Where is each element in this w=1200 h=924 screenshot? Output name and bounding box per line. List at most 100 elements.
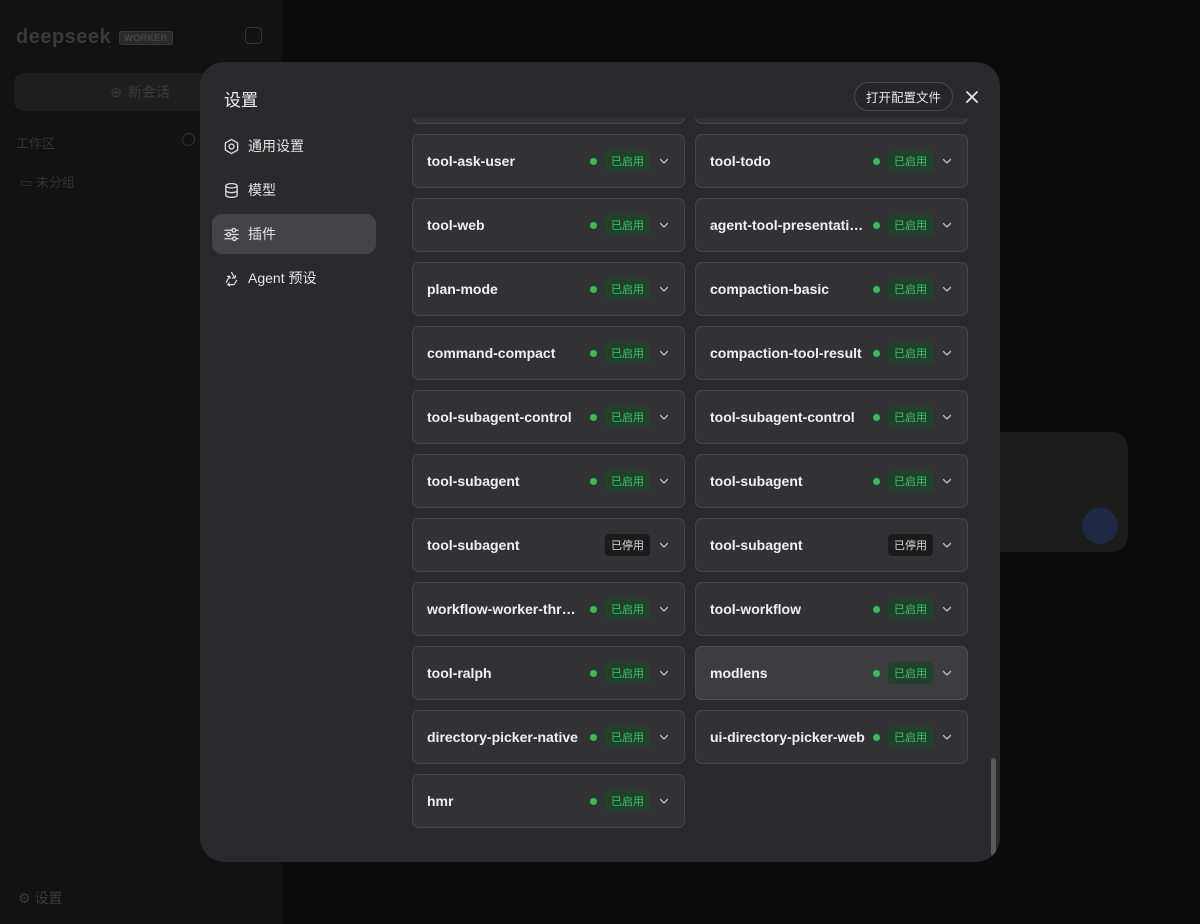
status-dot-icon [873, 349, 880, 357]
plugin-name: tool-subagent [710, 473, 803, 489]
status-badge[interactable]: 已启用 [605, 406, 650, 428]
plugin-card[interactable]: tool-subagent-control 已启用 [412, 390, 685, 444]
status-badge[interactable]: 已启用 [888, 342, 933, 364]
chevron-down-icon [942, 158, 952, 164]
plugin-card[interactable]: ui-directory-picker-web 已启用 [695, 710, 968, 764]
plugin-card[interactable]: command-compact 已启用 [412, 326, 685, 380]
status-dot-icon [873, 733, 880, 741]
plugin-card[interactable]: tool-subagent-control 已启用 [695, 390, 968, 444]
plugin-name: tool-ask-user [427, 153, 515, 169]
search-icon [182, 133, 195, 146]
nav-item-general[interactable]: 通用设置 [212, 126, 376, 166]
plugin-card[interactable]: modlens 已启用 [695, 646, 968, 700]
settings-link: ⚙ 设置 [18, 888, 62, 908]
plugin-name: command-compact [427, 345, 556, 361]
plugin-card[interactable]: tool-todo 已启用 [695, 134, 968, 188]
chevron-down-icon [659, 158, 669, 164]
plugin-name: compaction-basic [710, 281, 830, 297]
status-dot-icon [590, 221, 597, 229]
chevron-down-icon [942, 222, 952, 228]
status-dot-icon [873, 157, 880, 165]
status-badge[interactable]: 已停用 [605, 534, 650, 556]
status-badge[interactable]: 已停用 [888, 534, 933, 556]
nav-item-agent-presets[interactable]: Agent 预设 [212, 258, 376, 298]
status-badge[interactable]: 已启用 [605, 662, 650, 684]
status-badge[interactable]: 已启用 [888, 214, 933, 236]
status-dot-icon [590, 733, 597, 741]
status-dot-icon [873, 605, 880, 613]
status-dot-icon [590, 413, 597, 421]
sidebar-toggle-icon [245, 27, 262, 44]
status-dot-icon [590, 285, 597, 293]
gear-icon [224, 138, 239, 154]
new-chat-label: 新会话 [127, 84, 170, 100]
logo-badge: WORKER [119, 30, 173, 45]
status-badge[interactable]: 已启用 [888, 662, 933, 684]
status-dot-icon [873, 285, 880, 293]
chevron-down-icon [942, 734, 952, 740]
plugin-card[interactable]: tool-subagent 已停用 [695, 518, 968, 572]
plugin-name: modlens [710, 665, 768, 681]
status-badge[interactable]: 已启用 [888, 406, 933, 428]
status-badge[interactable]: 已启用 [605, 598, 650, 620]
status-dot-icon [590, 797, 597, 805]
plugin-card[interactable]: tool-subagent 已启用 [695, 454, 968, 508]
status-dot-icon [590, 477, 597, 485]
status-badge[interactable]: 已启用 [605, 790, 650, 812]
plugin-card[interactable]: 已启用 [412, 118, 685, 124]
plugin-name: hmr [427, 793, 454, 809]
status-badge[interactable]: 已启用 [605, 278, 650, 300]
plugin-card[interactable]: 已启用 [695, 118, 968, 124]
status-badge[interactable]: 已启用 [888, 278, 933, 300]
plugin-card[interactable]: tool-workflow 已启用 [695, 582, 968, 636]
status-badge[interactable]: 已启用 [605, 342, 650, 364]
settings-label: 设置 [34, 890, 63, 906]
status-badge[interactable]: 已启用 [888, 598, 933, 620]
plugin-card[interactable]: plan-mode 已启用 [412, 262, 685, 316]
plugin-name: agent-tool-presentation [710, 217, 867, 233]
close-button[interactable] [960, 85, 984, 109]
status-badge[interactable]: 已启用 [605, 214, 650, 236]
plugin-card[interactable]: hmr 已启用 [412, 774, 685, 828]
plugin-card[interactable]: tool-subagent 已停用 [412, 518, 685, 572]
chevron-down-icon [659, 798, 669, 804]
plugin-name: tool-subagent [427, 537, 520, 553]
chevron-down-icon [942, 606, 952, 612]
plugin-name: tool-todo [710, 153, 771, 169]
status-dot-icon [590, 157, 597, 165]
plugin-card[interactable]: tool-subagent 已启用 [412, 454, 685, 508]
plugin-card[interactable]: tool-web 已启用 [412, 198, 685, 252]
chevron-down-icon [659, 414, 669, 420]
nav-item-plugins[interactable]: 插件 [212, 214, 376, 254]
plugin-card[interactable]: compaction-tool-result 已启用 [695, 326, 968, 380]
plugin-list: 已启用已启用tool-ask-user已启用tool-todo已启用tool-w… [412, 118, 968, 838]
chevron-down-icon [659, 542, 669, 548]
status-badge[interactable]: 已启用 [888, 150, 933, 172]
status-badge[interactable]: 已启用 [605, 726, 650, 748]
chevron-down-icon [942, 542, 952, 548]
plugin-name: tool-subagent-control [427, 409, 572, 425]
chevron-down-icon [942, 350, 952, 356]
plugin-card[interactable]: agent-tool-presentation 已启用 [695, 198, 968, 252]
status-badge[interactable]: 已启用 [888, 118, 933, 119]
plugin-name: tool-subagent [427, 473, 520, 489]
status-badge[interactable]: 已启用 [605, 470, 650, 492]
plugin-card[interactable]: workflow-worker-thread 已启用 [412, 582, 685, 636]
open-config-button[interactable]: 打开配置文件 [854, 82, 954, 111]
plugin-card[interactable]: compaction-basic 已启用 [695, 262, 968, 316]
status-badge[interactable]: 已启用 [605, 150, 650, 172]
scrollbar-thumb[interactable] [991, 758, 996, 856]
status-badge[interactable]: 已启用 [888, 470, 933, 492]
plugin-name: compaction-tool-result [710, 345, 862, 361]
plugin-card[interactable]: directory-picker-native 已启用 [412, 710, 685, 764]
status-badge[interactable]: 已启用 [888, 726, 933, 748]
nav-item-label: 插件 [248, 226, 276, 242]
folder-icon: ▭ [20, 175, 33, 190]
settings-modal: 设置 打开配置文件 通用设置 模型 插件 Agent 预设 tool-ask-u… [200, 62, 1000, 862]
plugin-card[interactable]: tool-ask-user 已启用 [412, 134, 685, 188]
plugin-card[interactable]: tool-ralph 已启用 [412, 646, 685, 700]
nav-item-models[interactable]: 模型 [212, 170, 376, 210]
chevron-down-icon [942, 478, 952, 484]
chevron-down-icon [659, 606, 669, 612]
status-badge[interactable]: 已启用 [605, 118, 650, 119]
